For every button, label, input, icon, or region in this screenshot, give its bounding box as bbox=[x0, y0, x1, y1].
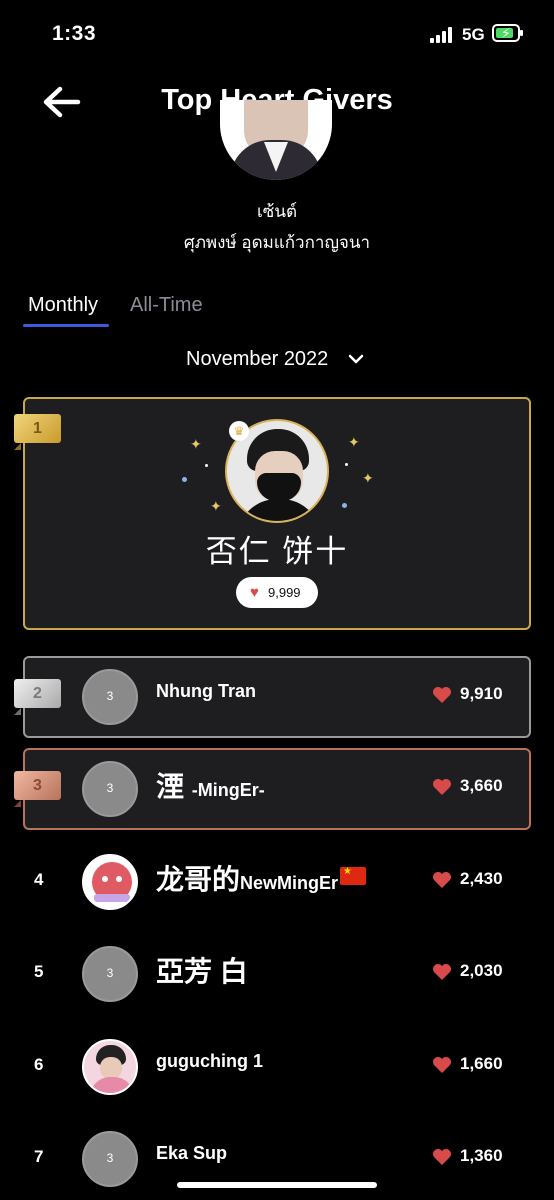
network-label: 5G bbox=[462, 25, 485, 44]
tab-monthly[interactable]: Monthly bbox=[28, 294, 98, 317]
heart-count: 1,360 bbox=[460, 1146, 503, 1165]
heart-icon bbox=[433, 1149, 451, 1165]
creator-nickname: เซ้นต์ bbox=[256, 202, 297, 221]
rank-number: 4 bbox=[34, 870, 44, 889]
list-item[interactable]: 3 Nhung Tran 9,910 bbox=[0, 656, 554, 738]
chevron-down-icon[interactable] bbox=[347, 352, 365, 366]
signal-icon bbox=[430, 27, 456, 43]
sparkle-icon: ✦ bbox=[362, 470, 374, 486]
decorative-dot bbox=[205, 464, 208, 467]
avatar-placeholder: 3 bbox=[82, 761, 138, 817]
badge-fold bbox=[14, 708, 21, 715]
top-giver-name: 否仁 饼十 bbox=[205, 534, 349, 569]
avatar-placeholder: 3 bbox=[82, 669, 138, 725]
rank-number: 6 bbox=[34, 1055, 44, 1074]
heart-icon bbox=[433, 872, 451, 888]
avatar bbox=[82, 1039, 138, 1095]
china-flag-icon bbox=[340, 866, 367, 885]
rank-badge-bronze: 3 bbox=[14, 771, 61, 800]
sparkle-icon: ✦ bbox=[210, 498, 222, 514]
giver-name: 湮 -MingEr- bbox=[156, 771, 265, 802]
giver-name: Eka Sup bbox=[156, 1143, 228, 1163]
giver-name: Nhung Tran bbox=[156, 681, 256, 701]
month-selector[interactable]: November 2022 bbox=[186, 348, 328, 371]
heart-icon bbox=[433, 687, 451, 703]
sparkle-icon: ✦ bbox=[190, 436, 202, 452]
giver-name: 亞芳 白 bbox=[156, 956, 248, 987]
heart-icon: ♥ bbox=[250, 584, 259, 601]
rank-badge-silver: 2 bbox=[14, 679, 61, 708]
badge-fold bbox=[14, 800, 21, 807]
creator-avatar bbox=[220, 100, 332, 180]
crown-icon: ♛ bbox=[229, 421, 249, 441]
decorative-dot bbox=[345, 463, 348, 466]
giver-name: guguching 1 bbox=[156, 1051, 263, 1071]
creator-full-name: ศุภพงษ์ อุดมแก้วกาญจนา bbox=[183, 233, 371, 252]
rank-number: 7 bbox=[34, 1147, 44, 1166]
avatar bbox=[82, 854, 138, 910]
list-item[interactable]: 4 龙哥的NewMingEr 2,430 bbox=[0, 841, 554, 923]
avatar-placeholder: 3 bbox=[82, 946, 138, 1002]
badge-fold bbox=[14, 443, 21, 450]
heart-count-pill: ♥ 9,999 bbox=[236, 577, 318, 608]
list-item[interactable]: 6 guguching 1 1,660 bbox=[0, 1026, 554, 1108]
heart-icon bbox=[433, 1057, 451, 1073]
tab-bar: Monthly All-Time bbox=[0, 290, 554, 330]
tab-all-time[interactable]: All-Time bbox=[130, 294, 203, 317]
rank-badge-gold: 1 bbox=[14, 414, 61, 443]
heart-count: 9,910 bbox=[460, 684, 503, 703]
battery-icon: ⚡ bbox=[492, 24, 523, 42]
decorative-dot bbox=[342, 503, 347, 508]
rank-number: 5 bbox=[34, 962, 44, 981]
list-item[interactable]: 3 湮 -MingEr- 3,660 bbox=[0, 748, 554, 830]
home-indicator[interactable] bbox=[177, 1182, 377, 1188]
decorative-dot bbox=[182, 477, 187, 482]
avatar-placeholder: 3 bbox=[82, 1131, 138, 1187]
active-tab-indicator bbox=[23, 324, 109, 327]
sparkle-icon: ✦ bbox=[348, 434, 360, 450]
status-time: 1:33 bbox=[52, 22, 97, 45]
heart-count: 3,660 bbox=[460, 776, 503, 795]
list-item[interactable]: 5 3 亞芳 白 2,030 bbox=[0, 933, 554, 1015]
heart-icon bbox=[433, 779, 451, 795]
heart-count: 2,430 bbox=[460, 869, 503, 888]
heart-count: 1,660 bbox=[460, 1054, 503, 1073]
heart-icon bbox=[433, 964, 451, 980]
status-bar: 1:33 5G ⚡ bbox=[0, 0, 554, 70]
giver-name: 龙哥的NewMingEr bbox=[156, 858, 367, 898]
heart-count: 2,030 bbox=[460, 961, 503, 980]
top-giver-hearts: 9,999 bbox=[268, 585, 301, 600]
